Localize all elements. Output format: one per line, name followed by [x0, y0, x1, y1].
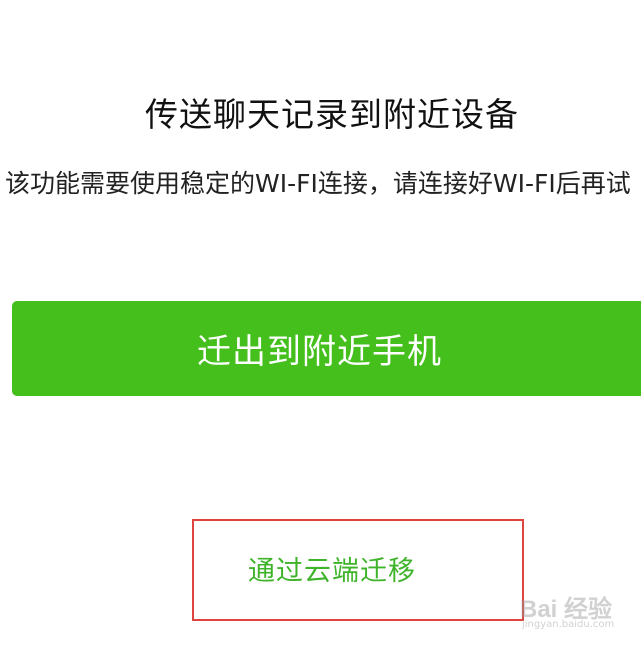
- watermark-url: jingyan.baidu.com: [522, 619, 615, 630]
- migrate-via-cloud-link[interactable]: 通过云端迁移: [248, 549, 416, 588]
- baidu-jingyan-watermark: Bai 经验 jingyan.baidu.com: [520, 583, 632, 635]
- migration-screen: 传送聊天记录到附近设备 该功能需要使用稳定的WI-FI连接，请连接好WI-FI后…: [0, 0, 641, 651]
- wifi-requirement-text: 该功能需要使用稳定的WI-FI连接，请连接好WI-FI后再试: [5, 169, 631, 198]
- page-title: 传送聊天记录到附近设备: [145, 95, 519, 134]
- migrate-to-nearby-phone-button[interactable]: 迁出到附近手机: [12, 301, 641, 396]
